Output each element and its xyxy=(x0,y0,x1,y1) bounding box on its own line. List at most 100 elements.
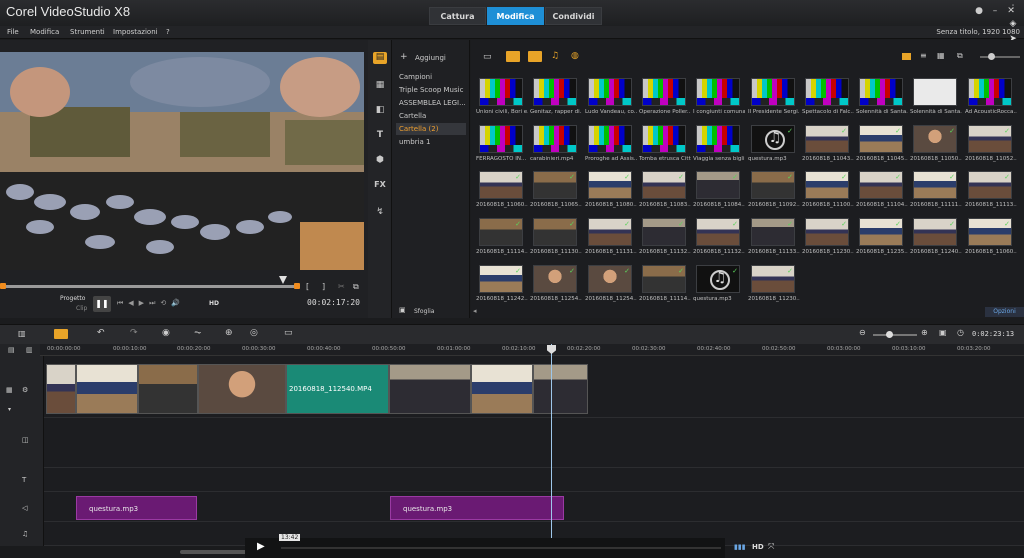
transition-icon[interactable]: ◧ xyxy=(373,105,387,117)
video-track-icon[interactable]: ▦ xyxy=(6,386,13,394)
media-thumbnail[interactable]: Solennità di Santa... xyxy=(910,78,962,115)
mini-play-button[interactable]: ▶ xyxy=(257,541,265,552)
media-thumbnail[interactable]: ✓ questura.mp3 xyxy=(748,125,797,162)
scrub-bar[interactable] xyxy=(2,285,297,288)
show-audio-icon[interactable]: ♫ xyxy=(551,51,559,61)
media-thumbnail[interactable]: Viaggia senza bigli... xyxy=(693,125,745,162)
subtitle-icon[interactable]: ▭ xyxy=(284,328,293,338)
instant-project-icon[interactable]: ▦ xyxy=(373,80,387,92)
title-icon[interactable]: T xyxy=(373,130,387,142)
zoom-out-icon[interactable]: ⊖ xyxy=(859,328,866,337)
media-icon[interactable]: ▤ xyxy=(373,52,387,64)
media-thumbnail[interactable]: ✓ 20160818_11114... xyxy=(476,218,528,255)
media-thumbnail[interactable]: ✓ 20160818_11113... xyxy=(965,171,1017,208)
enlarge-icon[interactable]: ⧉ xyxy=(353,282,359,292)
project-mode-label[interactable]: Progetto xyxy=(60,295,85,302)
show-video-icon[interactable] xyxy=(506,51,520,62)
tab-cattura[interactable]: Cattura xyxy=(429,7,486,25)
mark-in-icon[interactable]: [ xyxy=(306,282,309,291)
menu-impostazioni[interactable]: Impostazioni xyxy=(113,28,158,36)
music-track-icon[interactable]: ♫ xyxy=(22,530,28,538)
media-thumbnail[interactable]: Operazione Poller... xyxy=(639,78,691,115)
media-thumbnail[interactable]: ✓ 20160818_11060... xyxy=(965,218,1017,255)
timecode-display[interactable]: 00:02:17:20 xyxy=(307,298,360,307)
media-thumbnail[interactable]: ✓ 20160818_11065... xyxy=(530,171,582,208)
overlay-track-icon[interactable]: ◫ xyxy=(22,436,29,444)
media-thumbnail[interactable]: ✓ 20160818_11254... xyxy=(530,265,582,302)
view-grid-icon[interactable]: ▦ xyxy=(937,51,945,60)
trim-start-handle[interactable] xyxy=(0,283,6,289)
collapse-icon[interactable]: ◂ xyxy=(473,307,481,315)
media-thumbnail[interactable]: I congiunti comuna... xyxy=(693,78,745,115)
share-icon[interactable]: ⋮ xyxy=(1006,2,1020,17)
minimize-icon[interactable]: – xyxy=(988,5,1002,17)
view-icon-large[interactable] xyxy=(902,53,911,60)
audio-clip[interactable]: questura.mp3 xyxy=(76,496,197,520)
media-thumbnail[interactable]: ✓ 20160818_11043... xyxy=(802,125,854,162)
sort-icon[interactable]: ⧉ xyxy=(957,51,963,61)
fit-timeline-icon[interactable]: ▣ xyxy=(939,328,947,337)
media-thumbnail[interactable]: Genitaz, rapper di... xyxy=(530,78,582,115)
media-thumbnail[interactable]: Ad AcousticRocca... xyxy=(965,78,1017,115)
transport-controls[interactable]: ⏮◀▶⏭⟲🔊 xyxy=(117,299,185,308)
folder-item[interactable]: Cartella xyxy=(396,110,466,122)
media-thumbnail[interactable]: ✓ 20160818_11084... xyxy=(693,171,745,208)
media-thumbnail[interactable]: ✓ 20160818_11114... xyxy=(639,265,691,302)
media-thumbnail[interactable]: ✓ 20160818_11045... xyxy=(856,125,908,162)
menu-help[interactable]: ? xyxy=(166,28,170,36)
zoom-in-icon[interactable]: ⊕ xyxy=(921,328,928,337)
media-thumbnail[interactable]: ✓ 20160818_11092... xyxy=(748,171,800,208)
add-folder-button[interactable]: Aggiungi xyxy=(415,54,446,62)
motion-tracking-icon[interactable]: ⊕ xyxy=(225,328,233,338)
folder-item[interactable]: Triple Scoop Music xyxy=(396,84,466,96)
media-thumbnail[interactable]: carabinieri.mp4 xyxy=(530,125,579,162)
media-thumbnail[interactable]: ✓ questura.mp3 xyxy=(693,265,742,302)
menu-modifica[interactable]: Modifica xyxy=(30,28,59,36)
media-thumbnail[interactable]: ✓ 20160818_11254... xyxy=(585,265,637,302)
media-thumbnail[interactable]: ✓ 20160818_11230... xyxy=(802,218,854,255)
video-clip-selected[interactable]: 20160818_112540.MP4 xyxy=(286,364,389,414)
show-photo-icon[interactable] xyxy=(528,51,542,62)
audio-mixer-icon[interactable]: ⏦ xyxy=(194,328,201,338)
media-thumbnail[interactable]: ✓ 20160818_11132... xyxy=(693,218,745,255)
pause-button[interactable]: ❚❚ xyxy=(93,296,111,312)
media-thumbnail[interactable]: ✓ 20160818_11230... xyxy=(748,265,800,302)
record-capture-icon[interactable]: ◉ xyxy=(162,328,170,338)
browse-button[interactable]: Sfoglia xyxy=(414,308,434,315)
split-icon[interactable]: ✂ xyxy=(338,282,345,291)
media-thumbnail[interactable]: ✓ 20160818_11131... xyxy=(585,218,637,255)
expand-icon[interactable]: ▾ xyxy=(8,406,11,413)
track-settings-icon[interactable]: ⚙ xyxy=(22,386,28,394)
zoom-slider[interactable] xyxy=(873,334,917,336)
view-list-icon[interactable]: ≡ xyxy=(920,51,927,60)
media-thumbnail[interactable]: Spettacolo di Falc... xyxy=(802,78,854,115)
multi-camera-icon[interactable]: ◎ xyxy=(250,328,258,338)
show-web-icon[interactable]: ◍ xyxy=(571,51,579,61)
folder-item[interactable]: umbria 1 xyxy=(396,136,466,148)
timeline-view-icon[interactable] xyxy=(54,329,68,339)
media-thumbnail[interactable]: FERRAGOSTO IN... xyxy=(476,125,526,162)
media-thumbnail[interactable]: Tomba etrusca Citt... xyxy=(639,125,691,162)
video-clip[interactable] xyxy=(471,364,533,414)
redo-icon[interactable]: ↷ xyxy=(130,328,138,338)
folder-item[interactable]: ASSEMBLEA LEGI... xyxy=(396,97,466,109)
folder-item[interactable]: Campioni xyxy=(396,71,466,83)
video-clip[interactable] xyxy=(46,364,76,414)
media-thumbnail[interactable]: ✓ 20160818_11132... xyxy=(639,218,691,255)
zoom-handle[interactable] xyxy=(886,331,893,338)
menu-strumenti[interactable]: Strumenti xyxy=(70,28,105,36)
media-thumbnail[interactable]: Solennità di Santa... xyxy=(856,78,908,115)
browse-icon[interactable]: ▣ xyxy=(399,306,406,314)
thumb-size-slider[interactable] xyxy=(980,56,1020,58)
path-icon[interactable]: ↯ xyxy=(373,207,387,219)
media-thumbnail[interactable]: ✓ 20160818_11052... xyxy=(965,125,1017,162)
media-thumbnail[interactable]: Ludo Vandeau, co... xyxy=(585,78,637,115)
mark-out-icon[interactable]: ] xyxy=(322,282,325,291)
media-thumbnail[interactable]: ✓ 20160818_11104... xyxy=(856,171,908,208)
media-thumbnail[interactable]: ✓ 20160818_11235... xyxy=(856,218,908,255)
layers-icon[interactable]: ◈ xyxy=(1006,17,1020,32)
mini-progress[interactable] xyxy=(281,547,721,549)
media-thumbnail[interactable]: ✓ 20160818_11083... xyxy=(639,171,691,208)
storyboard-view-icon[interactable]: ▥ xyxy=(18,329,26,338)
title-track-icon[interactable]: T xyxy=(22,476,26,484)
